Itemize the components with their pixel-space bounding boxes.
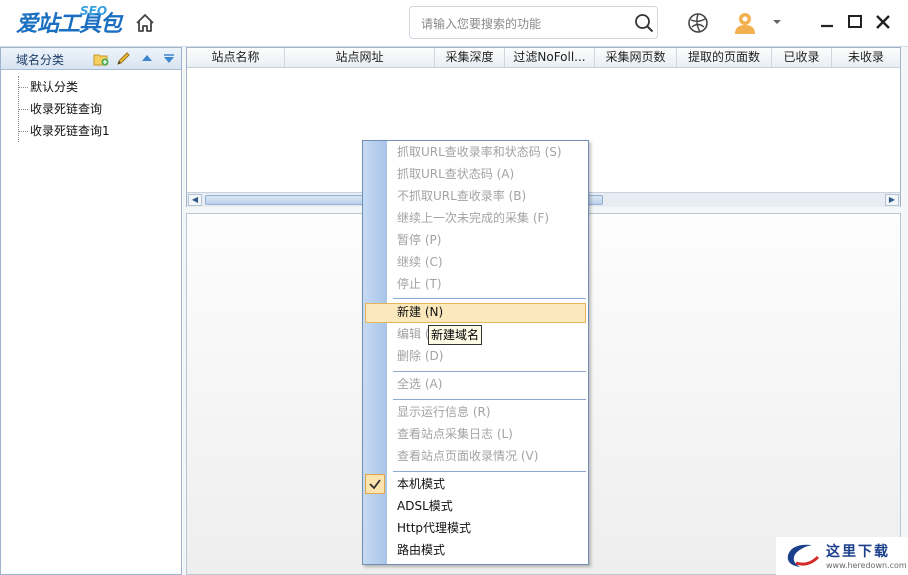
menu-item-resume-last[interactable]: 继续上一次未完成的采集 (F) [397, 209, 549, 227]
col-site-name[interactable]: 站点名称 [187, 48, 285, 67]
watermark-url: www.heredown.com [826, 561, 907, 570]
menu-item-continue[interactable]: 继续 (C) [397, 253, 443, 271]
logo-badge: SEO [80, 4, 108, 18]
menu-item-http-proxy-mode[interactable]: Http代理模式 [397, 519, 471, 537]
menu-item-local-mode[interactable]: 本机模式 [397, 475, 445, 493]
menu-separator [393, 298, 586, 299]
menu-item-select-all[interactable]: 全选 (A) [397, 375, 442, 393]
menu-item-stop[interactable]: 停止 (T) [397, 275, 442, 293]
col-indexed[interactable]: 已收录 [772, 48, 832, 67]
domain-category-panel: 域名分类 默认分类 收录死链查询 收录死链查询1 [0, 47, 182, 575]
title-bar: 爱站工具包 SEO [0, 0, 908, 47]
col-nofollow[interactable]: 过滤NoFoll... [505, 48, 595, 67]
maximize-icon[interactable] [845, 12, 865, 32]
col-not-indexed[interactable]: 未收录 [832, 48, 900, 67]
table-header: 站点名称 站点网址 采集深度 过滤NoFoll... 采集网页数 提取的页面数 … [187, 48, 900, 68]
app-logo: 爱站工具包 SEO [16, 4, 122, 38]
search-icon[interactable] [634, 13, 654, 33]
search-input[interactable] [419, 14, 623, 34]
panel-title: 域名分类 [16, 53, 65, 67]
menu-item-delete[interactable]: 删除 (D) [397, 347, 443, 365]
col-depth[interactable]: 采集深度 [435, 48, 505, 67]
menu-item-show-run-info[interactable]: 显示运行信息 (R) [397, 403, 491, 421]
menu-item-adsl-mode[interactable]: ADSL模式 [397, 497, 453, 515]
user-avatar-icon[interactable] [734, 11, 756, 35]
scroll-right-icon[interactable]: ▶ [885, 194, 899, 206]
tooltip: 新建域名 [428, 325, 482, 345]
menu-separator [393, 471, 586, 472]
watermark: 这里下载 www.heredown.com [776, 537, 908, 575]
home-icon[interactable] [133, 11, 157, 35]
edit-icon[interactable] [115, 51, 131, 67]
menu-item-pause[interactable]: 暂停 (P) [397, 231, 441, 249]
watermark-text: 这里下载 [826, 544, 890, 560]
menu-item-view-page-index[interactable]: 查看站点页面收录情况 (V) [397, 447, 538, 465]
tree-item-default[interactable]: 默认分类 [1, 76, 181, 98]
checkmark-icon [365, 474, 385, 494]
menu-item-crawl-status[interactable]: 抓取URL查状态码 (A) [397, 165, 514, 183]
panel-header: 域名分类 [1, 48, 181, 70]
col-pages-extracted[interactable]: 提取的页面数 [677, 48, 772, 67]
menu-separator [393, 399, 586, 400]
col-site-url[interactable]: 站点网址 [285, 48, 435, 67]
scroll-left-icon[interactable]: ◀ [188, 194, 202, 206]
menu-item-no-crawl-index[interactable]: 不抓取URL查收录率 (B) [397, 187, 526, 205]
add-folder-icon[interactable] [93, 51, 109, 67]
menu-separator [393, 371, 586, 372]
skin-icon[interactable] [686, 11, 710, 35]
menu-item-router-mode[interactable]: 路由模式 [397, 541, 445, 559]
move-down-icon[interactable] [161, 51, 177, 67]
context-menu: 抓取URL查收录率和状态码 (S) 抓取URL查状态码 (A) 不抓取URL查收… [362, 140, 589, 565]
tree-item-deadlink[interactable]: 收录死链查询 [1, 98, 181, 120]
move-up-icon[interactable] [139, 51, 155, 67]
search-box[interactable] [409, 6, 658, 39]
watermark-logo-icon [787, 544, 820, 567]
col-pages-collected[interactable]: 采集网页数 [595, 48, 677, 67]
menu-icon-strip [363, 141, 387, 564]
category-tree: 默认分类 收录死链查询 收录死链查询1 [1, 70, 181, 142]
tree-item-deadlink-1[interactable]: 收录死链查询1 [1, 120, 181, 142]
menu-item-new[interactable]: 新建 (N) [397, 303, 443, 321]
menu-item-crawl-index-status[interactable]: 抓取URL查收录率和状态码 (S) [397, 143, 562, 161]
menu-item-view-crawl-log[interactable]: 查看站点采集日志 (L) [397, 425, 513, 443]
minimize-icon[interactable] [817, 12, 837, 32]
chevron-down-icon[interactable] [772, 16, 782, 26]
close-icon[interactable] [873, 12, 893, 32]
